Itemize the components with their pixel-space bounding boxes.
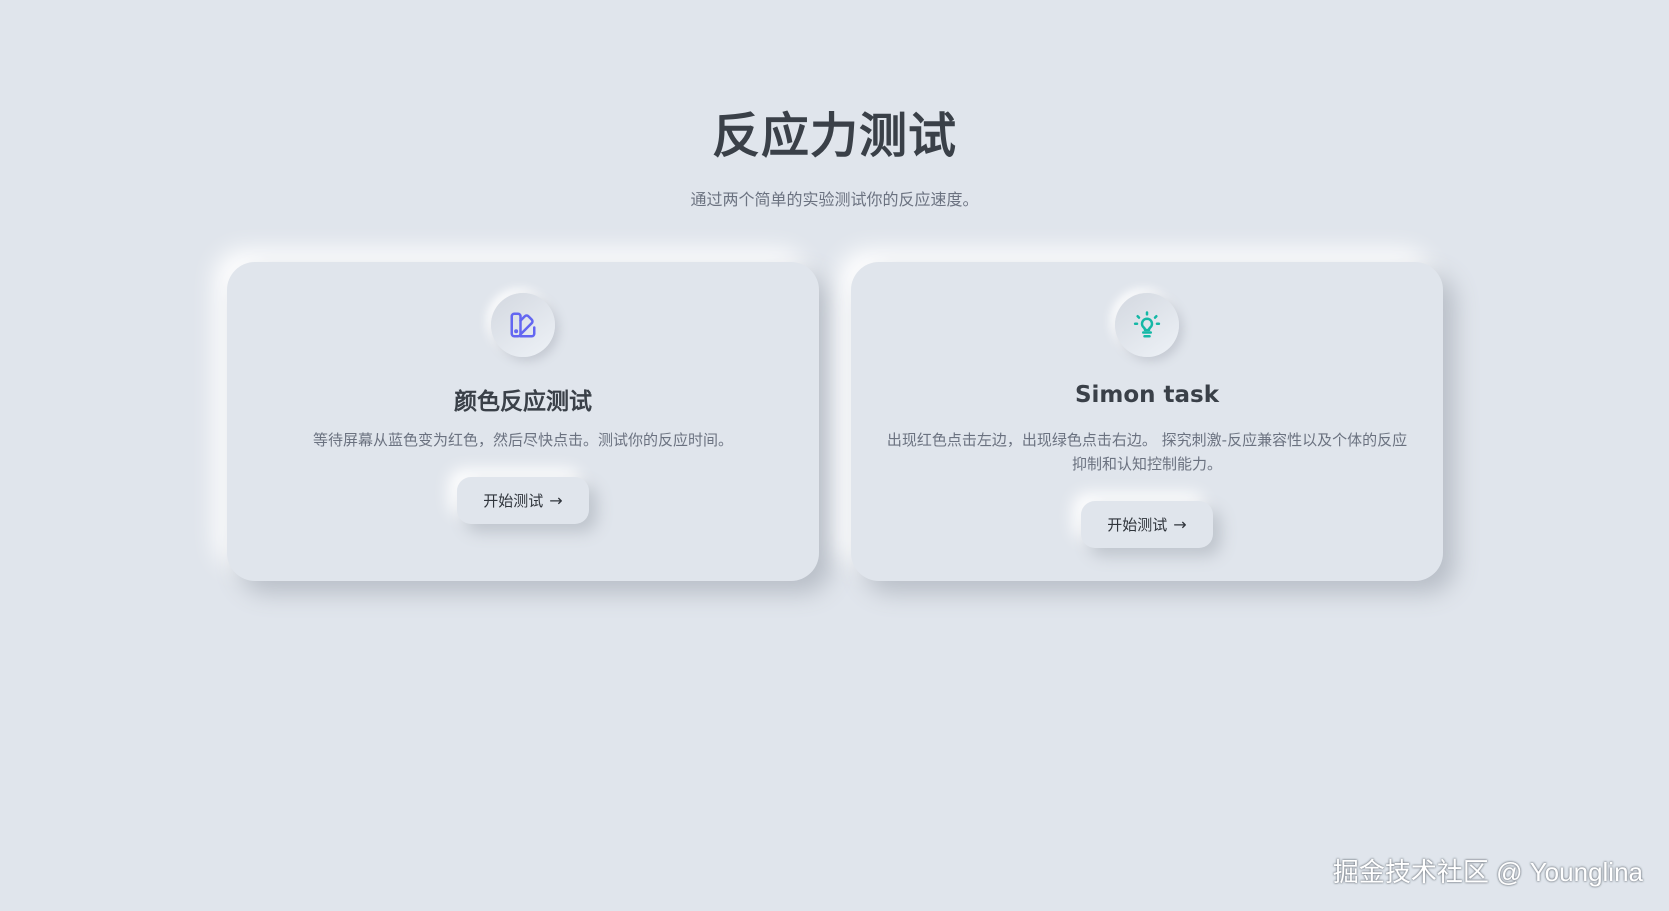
arrow-right-icon: → (1173, 515, 1187, 534)
card-description: 等待屏幕从蓝色变为红色，然后尽快点击。测试你的反应时间。 (312, 431, 733, 449)
button-label: 开始测试 (1107, 516, 1168, 534)
lightbulb-icon (1115, 293, 1179, 357)
palette-icon (491, 293, 555, 357)
button-label: 开始测试 (483, 492, 544, 510)
color-reaction-card: 颜色反应测试 等待屏幕从蓝色变为红色，然后尽快点击。测试你的反应时间。 开始测试… (227, 262, 819, 581)
card-description: 出现红色点击左边，出现绿色点击右边。 探究刺激-反应兼容性以及个体的反应抑制和认… (886, 431, 1408, 473)
start-color-test-button[interactable]: 开始测试 → (457, 477, 589, 524)
page: 反应力测试 通过两个简单的实验测试你的反应速度。 颜色反应测试 等待屏幕从蓝色变… (0, 0, 1669, 911)
page-title: 反应力测试 (711, 108, 957, 164)
card-title: Simon task (1074, 382, 1220, 408)
arrow-right-icon: → (549, 491, 563, 510)
card-title: 颜色反应测试 (454, 389, 592, 415)
watermark: 掘金技术社区 @ Younglina (1332, 857, 1643, 887)
page-subtitle: 通过两个简单的实验测试你的反应速度。 (690, 190, 979, 209)
simon-task-card: Simon task 出现红色点击左边，出现绿色点击右边。 探究刺激-反应兼容性… (851, 262, 1443, 581)
start-simon-test-button[interactable]: 开始测试 → (1081, 501, 1213, 548)
test-cards: 颜色反应测试 等待屏幕从蓝色变为红色，然后尽快点击。测试你的反应时间。 开始测试… (227, 262, 1444, 582)
hero-section: 反应力测试 通过两个简单的实验测试你的反应速度。 (0, 96, 1669, 210)
